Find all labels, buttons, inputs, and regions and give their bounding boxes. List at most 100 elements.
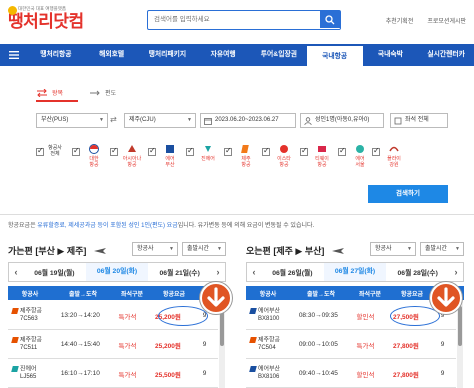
outbound-date-next[interactable]: 06월 21일(수) bbox=[148, 267, 211, 277]
roundtrip-icon bbox=[37, 88, 47, 97]
origin-select[interactable]: 부산(PUS) ▼ bbox=[36, 113, 108, 128]
fly-gangwon-logo-icon bbox=[389, 146, 399, 152]
outbound-scrollbar[interactable] bbox=[219, 302, 225, 388]
chevron-down-icon: ▼ bbox=[217, 246, 222, 252]
arrow-down-glyph bbox=[437, 287, 455, 307]
airline-checkbox-tway[interactable] bbox=[300, 146, 308, 156]
search-flights-button[interactable]: 검색하기 bbox=[368, 185, 448, 203]
airline-checkbox-jinair[interactable] bbox=[186, 146, 194, 156]
airline-filter: 항공사 전체 대한 항공 아시아나 항공 에어 부산 진에어 bbox=[36, 144, 401, 178]
airline-flygangwon: 플라이 강원 bbox=[380, 144, 408, 168]
chevron-left-icon[interactable]: ‹ bbox=[247, 267, 261, 277]
airline-checkbox-korean[interactable] bbox=[72, 146, 80, 156]
price-notice: 항공요금은 유류할증료, 제세공과금 등이 포함된 성인 1인(편도) 요금입니… bbox=[8, 223, 315, 229]
airline-korean: 대한 항공 bbox=[80, 144, 108, 168]
trip-oneway[interactable]: 편도 bbox=[89, 88, 116, 97]
return-date-next[interactable]: 06월 28일(수) bbox=[386, 267, 449, 277]
jeju-air-logo-icon bbox=[241, 145, 249, 153]
outbound-panel: 가는편 [부산 ▶ 제주] 항공사 ▼ 출발시간 ▼ ‹ 06월 19일(월) 06… bbox=[8, 240, 232, 388]
menu-button[interactable] bbox=[0, 44, 28, 66]
site-logo[interactable]: 대한민국 대표 여행플랫폼 땡처리닷컴 bbox=[8, 6, 84, 32]
nav-item-rentcar[interactable]: 실시간렌터카 bbox=[418, 44, 474, 66]
site-search bbox=[147, 10, 341, 30]
site-header: 대한민국 대표 여행플랫폼 땡처리닷컴 추천기획전 프로모션게시판 bbox=[0, 0, 474, 42]
date-field[interactable]: 2023.06.20~2023.06.27 bbox=[200, 113, 296, 128]
outbound-time-filter[interactable]: 출발시간 ▼ bbox=[182, 242, 226, 256]
link-promotion[interactable]: 프로모션게시판 bbox=[427, 16, 466, 25]
search-button[interactable] bbox=[320, 11, 340, 28]
chevron-right-icon[interactable]: › bbox=[211, 267, 225, 277]
air-seoul-logo-icon bbox=[356, 145, 364, 153]
return-time-filter[interactable]: 출발시간 ▼ bbox=[420, 242, 464, 256]
down-arrow-icon bbox=[200, 282, 232, 314]
outbound-title: 가는편 [부산 ▶ 제주] bbox=[8, 246, 87, 256]
chevron-down-icon: ▼ bbox=[99, 117, 104, 123]
korean-air-logo-icon bbox=[89, 144, 99, 154]
airline-all-label: 항공사 전체 bbox=[48, 145, 62, 157]
arrow-down-glyph bbox=[207, 287, 225, 307]
airline-checkbox-airbusan[interactable] bbox=[148, 146, 156, 156]
search-input[interactable] bbox=[148, 11, 318, 28]
chevron-left-icon[interactable]: ‹ bbox=[9, 267, 23, 277]
table-row[interactable]: 진에어 LJ565 16:10→17:10 특가석 25,500원 9 bbox=[8, 360, 218, 388]
return-date-prev[interactable]: 06월 26일(월) bbox=[261, 267, 324, 277]
outbound-airline-filter[interactable]: 항공사 ▼ bbox=[132, 242, 178, 256]
chevron-down-icon: ▼ bbox=[187, 117, 192, 123]
return-airline-filter[interactable]: 항공사 ▼ bbox=[370, 242, 416, 256]
link-recommend[interactable]: 추천기획전 bbox=[386, 16, 414, 25]
jin-air-logo-icon bbox=[11, 366, 19, 373]
flight-search-form: 왕복 편도 부산(PUS) ▼ ⇄ 제주(CJU) ▼ 2023.06.20~202… bbox=[22, 82, 462, 208]
return-date-selected[interactable]: 06월 27일(화) bbox=[323, 263, 387, 281]
jin-air-logo-icon bbox=[205, 146, 211, 152]
outbound-table-header: 항공사 출발→도착 좌석구분 항공요금 좌석 bbox=[8, 286, 226, 300]
return-scrollbar[interactable] bbox=[457, 302, 463, 388]
airline-tway: 티웨이 항공 bbox=[308, 144, 336, 168]
nav-item-packages[interactable]: 땡처리패키지 bbox=[140, 44, 196, 66]
airline-checkbox-asiana[interactable] bbox=[110, 146, 118, 156]
outbound-date-prev[interactable]: 06월 19일(월) bbox=[23, 267, 86, 277]
airline-checkbox-flygangwon[interactable] bbox=[372, 146, 380, 156]
chevron-right-icon[interactable]: › bbox=[449, 267, 463, 277]
airplane-icon bbox=[332, 248, 344, 254]
airline-airbusan: 에어 부산 bbox=[156, 144, 184, 168]
table-row[interactable]: 에어부산 BX8106 09:40→10:45 할인석 27,800원 9 bbox=[246, 360, 456, 388]
section-divider bbox=[0, 214, 474, 215]
outbound-date-selected[interactable]: 06월 20일(화) bbox=[85, 263, 149, 281]
trip-roundtrip[interactable]: 왕복 bbox=[36, 88, 63, 97]
down-arrow-icon bbox=[430, 282, 462, 314]
price-highlight-circle bbox=[158, 306, 208, 326]
site-brand: 땡처리닷컴 bbox=[8, 12, 84, 31]
sun-icon bbox=[8, 6, 17, 15]
seat-icon bbox=[394, 117, 402, 125]
top-links: 추천기획전 프로모션게시판 bbox=[386, 16, 466, 25]
nav-item-domestic-stay[interactable]: 국내숙박 bbox=[363, 44, 419, 66]
trip-active-underline bbox=[36, 100, 78, 102]
passenger-field[interactable]: 성인1명(아동0,유아0) bbox=[300, 113, 384, 128]
airline-checkbox-jeju[interactable] bbox=[224, 146, 232, 156]
nav-item-hotels[interactable]: 해외호텔 bbox=[84, 44, 140, 66]
outbound-date-bar: ‹ 06월 19일(월) 06월 20일(화) 06월 21일(수) › bbox=[8, 262, 226, 282]
table-row[interactable]: 제주항공 7C511 14:40→15:40 특가석 25,200원 9 bbox=[8, 331, 218, 359]
swap-icon[interactable]: ⇄ bbox=[110, 115, 117, 124]
nav-item-tours[interactable]: 투어&입장권 bbox=[251, 44, 307, 66]
return-panel: 오는편 [제주 ▶ 부산] 항공사 ▼ 출발시간 ▼ ‹ 06월 26일(월) 06… bbox=[246, 240, 464, 388]
tway-logo-icon bbox=[318, 146, 326, 152]
seat-class-field[interactable]: 좌석 전체 bbox=[390, 113, 448, 128]
nav-item-flights[interactable]: 땡처리항공 bbox=[28, 44, 84, 66]
airline-eastar: 이스타 항공 bbox=[270, 144, 298, 168]
airline-checkbox-all[interactable] bbox=[36, 146, 44, 156]
nav-item-free-travel[interactable]: 자유여행 bbox=[195, 44, 251, 66]
airline-asiana: 아시아나 항공 bbox=[118, 144, 146, 168]
airline-checkbox-airseoul[interactable] bbox=[338, 146, 346, 156]
scrollbar-thumb[interactable] bbox=[458, 306, 462, 346]
airplane-icon bbox=[94, 248, 106, 254]
table-row[interactable]: 제주항공 7C504 09:00→10:05 특가석 27,800원 9 bbox=[246, 331, 456, 359]
destination-select[interactable]: 제주(CJU) ▼ bbox=[124, 113, 196, 128]
trip-type-selector: 왕복 편도 bbox=[36, 88, 116, 97]
air-busan-logo-icon bbox=[166, 145, 174, 153]
nav-item-domestic-flights[interactable]: 국내항공 bbox=[306, 44, 363, 66]
eastar-logo-icon bbox=[280, 145, 288, 153]
airline-checkbox-eastar[interactable] bbox=[262, 146, 270, 156]
airline-airseoul: 에어 서울 bbox=[346, 144, 374, 168]
chevron-down-icon: ▼ bbox=[455, 246, 460, 252]
